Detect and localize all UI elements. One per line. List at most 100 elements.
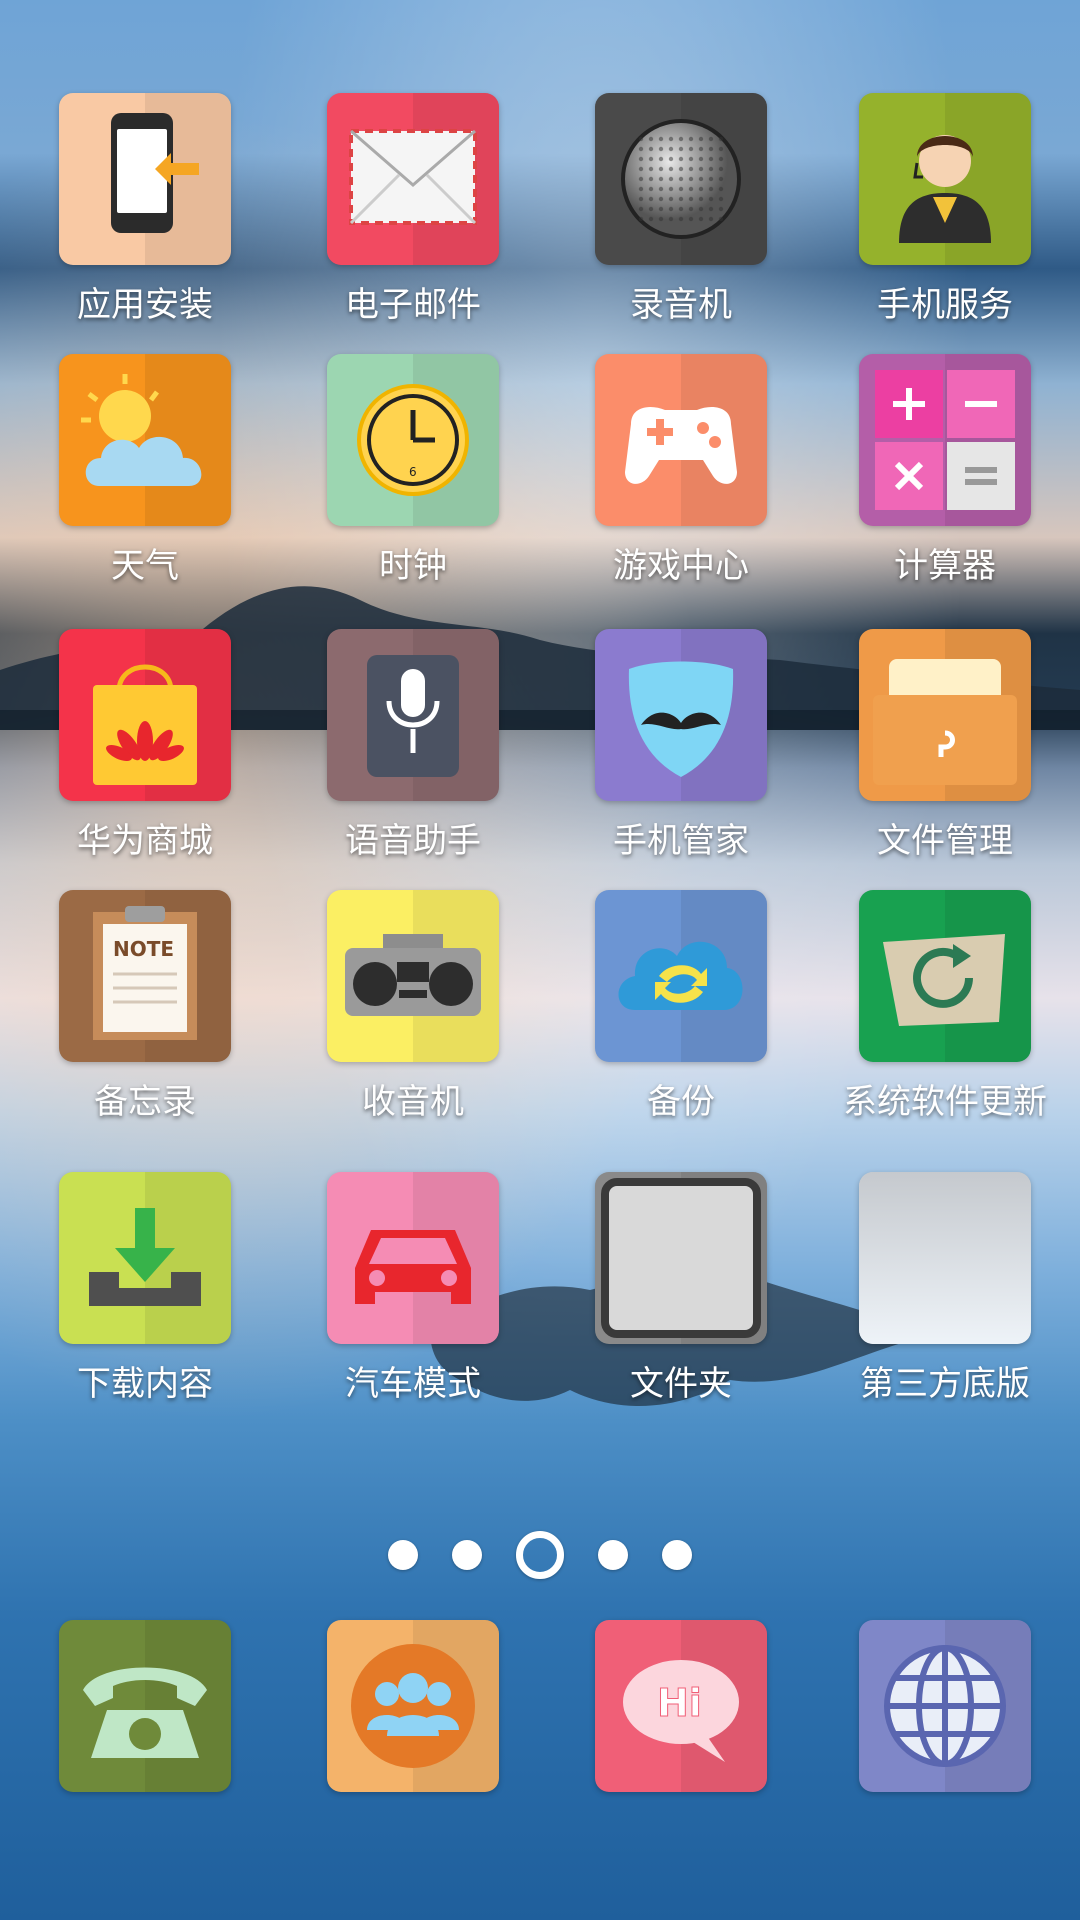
dock-icon-tile[interactable] bbox=[59, 1620, 231, 1792]
svg-text:Hi: Hi bbox=[657, 1681, 702, 1725]
browser-globe-icon bbox=[859, 1620, 1031, 1792]
svg-text:NOTE: NOTE bbox=[113, 937, 174, 961]
envelope-icon bbox=[327, 93, 499, 265]
app-icon-tile[interactable] bbox=[327, 1172, 499, 1344]
app-shortcut[interactable]: 系统软件更新 bbox=[825, 890, 1065, 1140]
telephone-icon bbox=[59, 1620, 231, 1792]
note-clipboard-icon: NOTE bbox=[59, 890, 231, 1062]
app-label: 华为商城 bbox=[77, 821, 213, 861]
page-dot[interactable] bbox=[662, 1540, 692, 1570]
app-icon-tile[interactable]: 6 bbox=[327, 354, 499, 526]
app-shortcut[interactable]: 语音助手 bbox=[293, 629, 533, 879]
app-label: 备份 bbox=[647, 1082, 715, 1122]
app-shortcut[interactable]: 应用安装 bbox=[25, 93, 265, 343]
app-label: 下载内容 bbox=[77, 1364, 213, 1404]
app-icon-tile[interactable] bbox=[595, 354, 767, 526]
app-label: 文件夹 bbox=[630, 1364, 732, 1404]
app-shortcut[interactable]: 收音机 bbox=[293, 890, 533, 1140]
app-icon-tile[interactable]: NOTE bbox=[59, 890, 231, 1062]
contacts-icon bbox=[327, 1620, 499, 1792]
app-shortcut[interactable]: 手机服务 bbox=[825, 93, 1065, 343]
app-label: 录音机 bbox=[630, 285, 732, 325]
app-label: 文件管理 bbox=[877, 821, 1013, 861]
app-shortcut[interactable]: 汽车模式 bbox=[293, 1172, 533, 1422]
dock-icon-tile[interactable]: Hi bbox=[595, 1620, 767, 1792]
app-icon-tile[interactable] bbox=[859, 629, 1031, 801]
page-dot[interactable] bbox=[388, 1540, 418, 1570]
download-tray-icon bbox=[59, 1172, 231, 1344]
cloud-sync-icon bbox=[595, 890, 767, 1062]
app-icon-tile[interactable] bbox=[859, 890, 1031, 1062]
app-icon-tile[interactable] bbox=[595, 1172, 767, 1344]
app-icon-tile[interactable] bbox=[859, 354, 1031, 526]
update-refresh-icon bbox=[859, 890, 1031, 1062]
page-dot-active[interactable] bbox=[516, 1531, 564, 1579]
gamepad-icon bbox=[595, 354, 767, 526]
app-icon-tile[interactable] bbox=[327, 629, 499, 801]
app-shortcut[interactable]: NOTE 备忘录 bbox=[25, 890, 265, 1140]
dock-icon-tile[interactable] bbox=[859, 1620, 1031, 1792]
app-label: 天气 bbox=[111, 546, 179, 586]
sun-cloud-icon bbox=[59, 354, 231, 526]
customer-service-icon bbox=[859, 93, 1031, 265]
app-shortcut[interactable]: 下载内容 bbox=[25, 1172, 265, 1422]
app-shortcut[interactable]: 天气 bbox=[25, 354, 265, 604]
app-shortcut[interactable]: 文件夹 bbox=[561, 1172, 801, 1422]
app-icon-tile[interactable] bbox=[59, 93, 231, 265]
app-shortcut[interactable]: 6 时钟 bbox=[293, 354, 533, 604]
app-icon-tile[interactable] bbox=[859, 1172, 1031, 1344]
page-dot[interactable] bbox=[452, 1540, 482, 1570]
app-icon-tile[interactable] bbox=[595, 93, 767, 265]
app-icon-tile[interactable] bbox=[595, 629, 767, 801]
app-label: 电子邮件 bbox=[345, 285, 481, 325]
app-label: 手机管家 bbox=[613, 821, 749, 861]
page-indicator[interactable] bbox=[0, 1531, 1080, 1579]
car-icon bbox=[327, 1172, 499, 1344]
dock-icon-tile[interactable] bbox=[327, 1620, 499, 1792]
app-shortcut[interactable]: 手机管家 bbox=[561, 629, 801, 879]
dock-app[interactable] bbox=[825, 1620, 1065, 1800]
app-icon-tile[interactable] bbox=[59, 1172, 231, 1344]
app-label: 时钟 bbox=[379, 546, 447, 586]
app-shortcut[interactable]: 录音机 bbox=[561, 93, 801, 343]
clock-icon: 6 bbox=[327, 354, 499, 526]
app-shortcut[interactable]: 计算器 bbox=[825, 354, 1065, 604]
app-label: 游戏中心 bbox=[613, 546, 749, 586]
app-label: 第三方底版 bbox=[860, 1364, 1030, 1404]
app-shortcut[interactable]: 游戏中心 bbox=[561, 354, 801, 604]
dock-app[interactable] bbox=[293, 1620, 533, 1800]
app-icon-tile[interactable] bbox=[327, 890, 499, 1062]
app-icon-tile[interactable] bbox=[859, 93, 1031, 265]
app-label: 手机服务 bbox=[877, 285, 1013, 325]
voice-mic-icon bbox=[327, 629, 499, 801]
home-screen-grid: 应用安装 电子邮件 录音机 手机服务 天气 6 时钟 游戏中心 计算器 华为商城… bbox=[0, 0, 1080, 1600]
phone-install-icon bbox=[59, 93, 231, 265]
svg-text:6: 6 bbox=[409, 465, 417, 479]
app-icon-tile[interactable] bbox=[59, 354, 231, 526]
app-shortcut[interactable]: 电子邮件 bbox=[293, 93, 533, 343]
app-label: 计算器 bbox=[894, 546, 996, 586]
app-shortcut[interactable]: 文件管理 bbox=[825, 629, 1065, 879]
boombox-icon bbox=[327, 890, 499, 1062]
microphone-grille-icon bbox=[595, 93, 767, 265]
blank-tile-icon bbox=[859, 1172, 1031, 1344]
page-dot[interactable] bbox=[598, 1540, 628, 1570]
folder-icon bbox=[859, 629, 1031, 801]
app-shortcut[interactable]: 华为商城 bbox=[25, 629, 265, 879]
mustache-shield-icon bbox=[595, 629, 767, 801]
dock-app[interactable] bbox=[25, 1620, 265, 1800]
app-label: 收音机 bbox=[362, 1082, 464, 1122]
app-icon-tile[interactable] bbox=[595, 890, 767, 1062]
app-shortcut[interactable]: 第三方底版 bbox=[825, 1172, 1065, 1422]
app-label: 备忘录 bbox=[94, 1082, 196, 1122]
dock-app[interactable]: Hi bbox=[561, 1620, 801, 1800]
app-label: 应用安装 bbox=[77, 285, 213, 325]
app-shortcut[interactable]: 备份 bbox=[561, 890, 801, 1140]
app-label: 语音助手 bbox=[345, 821, 481, 861]
app-icon-tile[interactable] bbox=[327, 93, 499, 265]
dock: Hi bbox=[0, 1620, 1080, 1792]
app-icon-tile[interactable] bbox=[59, 629, 231, 801]
folder-empty-icon bbox=[595, 1172, 767, 1344]
messaging-hi-icon: Hi bbox=[595, 1620, 767, 1792]
app-label: 汽车模式 bbox=[345, 1364, 481, 1404]
